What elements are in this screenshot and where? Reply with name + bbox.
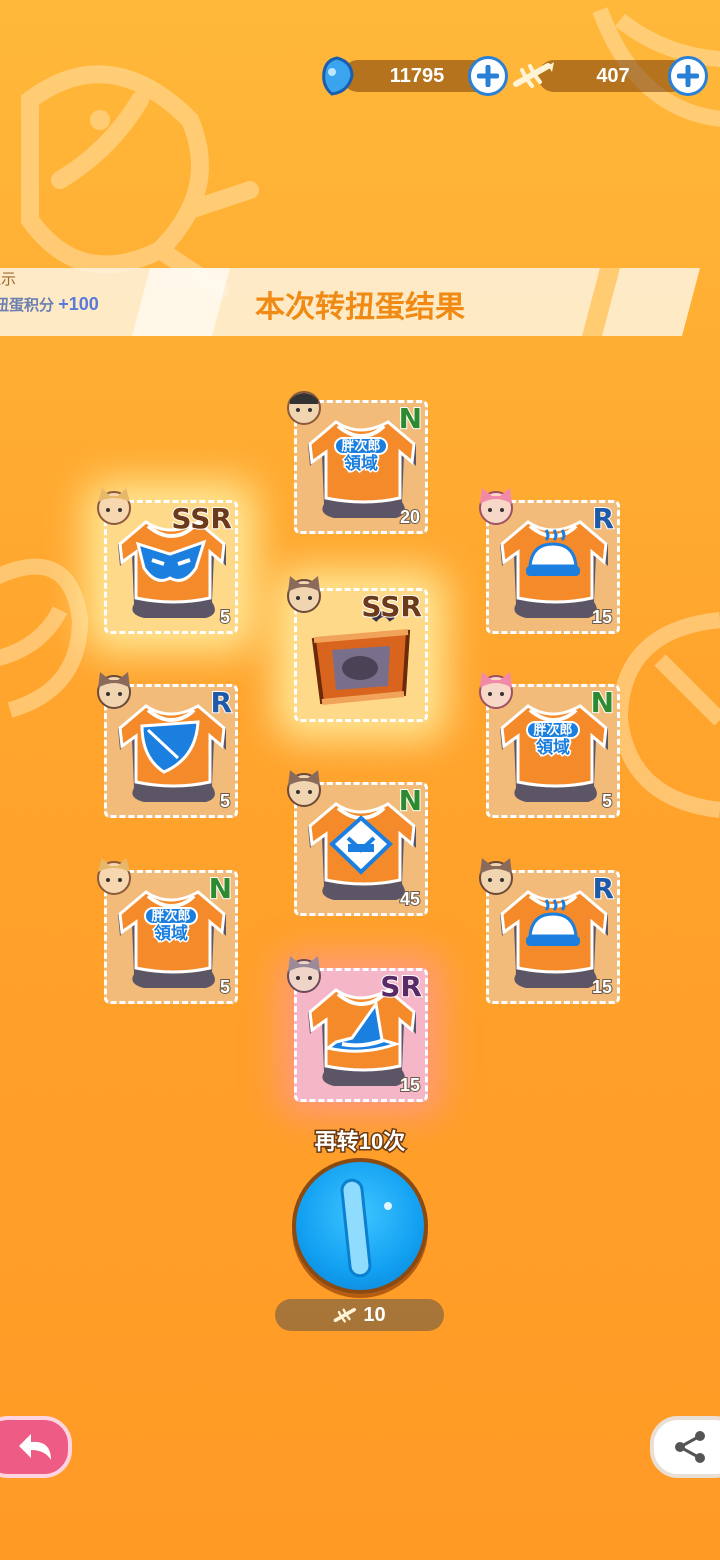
- rarity-badge: R: [591, 871, 615, 906]
- spin-again-button[interactable]: [292, 1158, 428, 1294]
- fish-decoration-icon: [0, 558, 89, 718]
- character-avatar-icon: [287, 576, 321, 613]
- blue-mask-icon: [135, 539, 207, 582]
- back-arrow-icon: [19, 1434, 51, 1460]
- character-avatar-icon: [479, 858, 513, 895]
- add-gem-button[interactable]: [468, 56, 508, 96]
- character-avatar-icon: [97, 858, 131, 895]
- rarity-badge: SR: [379, 969, 423, 1004]
- rarity-badge: N: [398, 401, 423, 436]
- capsule-bar-icon: [340, 1178, 392, 1278]
- points-value: +100: [58, 294, 99, 314]
- item-count: 15: [591, 976, 613, 998]
- gacha-result-item[interactable]: R 5: [97, 672, 238, 818]
- shirt-logo: 胖次郎 領域: [514, 720, 592, 758]
- plus-icon: [477, 65, 499, 87]
- back-button[interactable]: [0, 1416, 72, 1478]
- plus-icon: [677, 65, 699, 87]
- rarity-badge: N: [398, 783, 423, 818]
- logo-main: 領域: [343, 453, 380, 474]
- leaf-icon: [140, 720, 200, 774]
- kimono-icon: [329, 815, 393, 875]
- fishbone-ticket-icon: [334, 1307, 357, 1323]
- gacha-result-item[interactable]: R 15: [479, 488, 620, 634]
- treasure-crate-icon: [311, 611, 411, 705]
- item-count: 15: [399, 1074, 421, 1096]
- item-count: 5: [219, 790, 231, 812]
- gacha-result-item[interactable]: R 15: [479, 858, 620, 1004]
- logo-top: 胖次郎: [334, 437, 388, 455]
- item-count: 5: [601, 790, 613, 812]
- spin-cost: 10: [275, 1299, 444, 1331]
- result-title: 本次转扭蛋结果: [255, 291, 465, 324]
- add-fishbone-button[interactable]: [668, 56, 708, 96]
- character-avatar-icon: [97, 672, 131, 709]
- item-count: 45: [399, 888, 421, 910]
- result-banner: 显示 扭蛋积分 +100 本次转扭蛋结果: [0, 268, 720, 336]
- character-avatar-icon: [287, 391, 321, 425]
- gacha-result-item[interactable]: 胖次郎 領域 N 20: [287, 391, 428, 534]
- shirt-logo: 胖次郎 領域: [322, 436, 400, 474]
- character-avatar-icon: [287, 770, 321, 807]
- logo-main: 領域: [153, 923, 190, 944]
- gacha-result-item[interactable]: SSR 5: [97, 488, 238, 634]
- fish-decoration-icon: [21, 65, 259, 299]
- character-avatar-icon: [287, 956, 321, 993]
- share-icon: [675, 1431, 705, 1463]
- rarity-badge: SSR: [170, 501, 233, 536]
- points-label: 扭蛋积分: [0, 297, 55, 314]
- gacha-result-item[interactable]: 胖次郎 領域 N 5: [479, 672, 620, 818]
- rarity-badge: R: [209, 685, 233, 720]
- rarity-badge: N: [208, 871, 233, 906]
- bell-icon: [526, 899, 580, 946]
- logo-top: 胖次郎: [526, 721, 580, 739]
- rarity-badge: R: [591, 501, 615, 536]
- character-avatar-icon: [479, 488, 513, 525]
- logo-main: 領域: [535, 737, 572, 758]
- item-count: 15: [591, 606, 613, 628]
- rarity-badge: SSR: [360, 589, 423, 624]
- blue-gem-icon: [322, 56, 354, 96]
- item-count: 20: [399, 506, 421, 528]
- fishbone-amount: 407: [538, 60, 688, 92]
- gem-currency: 11795: [318, 56, 514, 96]
- fishbone-ticket-icon: [513, 62, 554, 88]
- item-count: 5: [219, 606, 231, 628]
- bell-icon: [526, 529, 580, 576]
- character-avatar-icon: [97, 488, 131, 525]
- share-button[interactable]: [650, 1416, 720, 1478]
- shirt-logo: 胖次郎 領域: [132, 906, 210, 944]
- spin-cost-value: 10: [363, 1303, 386, 1326]
- gacha-result-item[interactable]: 胖次郎 領域 N 5: [97, 858, 238, 1004]
- logo-top: 胖次郎: [144, 907, 198, 925]
- spin-again-label: 再转10次: [313, 1128, 406, 1156]
- points-gained: 扭蛋积分 +100: [0, 294, 99, 315]
- gacha-result-item[interactable]: SSR: [287, 576, 428, 722]
- fishbone-currency: 407: [512, 56, 712, 96]
- witch-hat-icon: [324, 1000, 401, 1053]
- rarity-badge: N: [590, 685, 615, 720]
- gacha-result-item[interactable]: N 45: [287, 770, 428, 916]
- gacha-result-item[interactable]: SR 15: [287, 956, 428, 1102]
- character-avatar-icon: [479, 672, 513, 709]
- item-count: 5: [219, 976, 231, 998]
- banner-hint-text: 显示: [0, 271, 17, 288]
